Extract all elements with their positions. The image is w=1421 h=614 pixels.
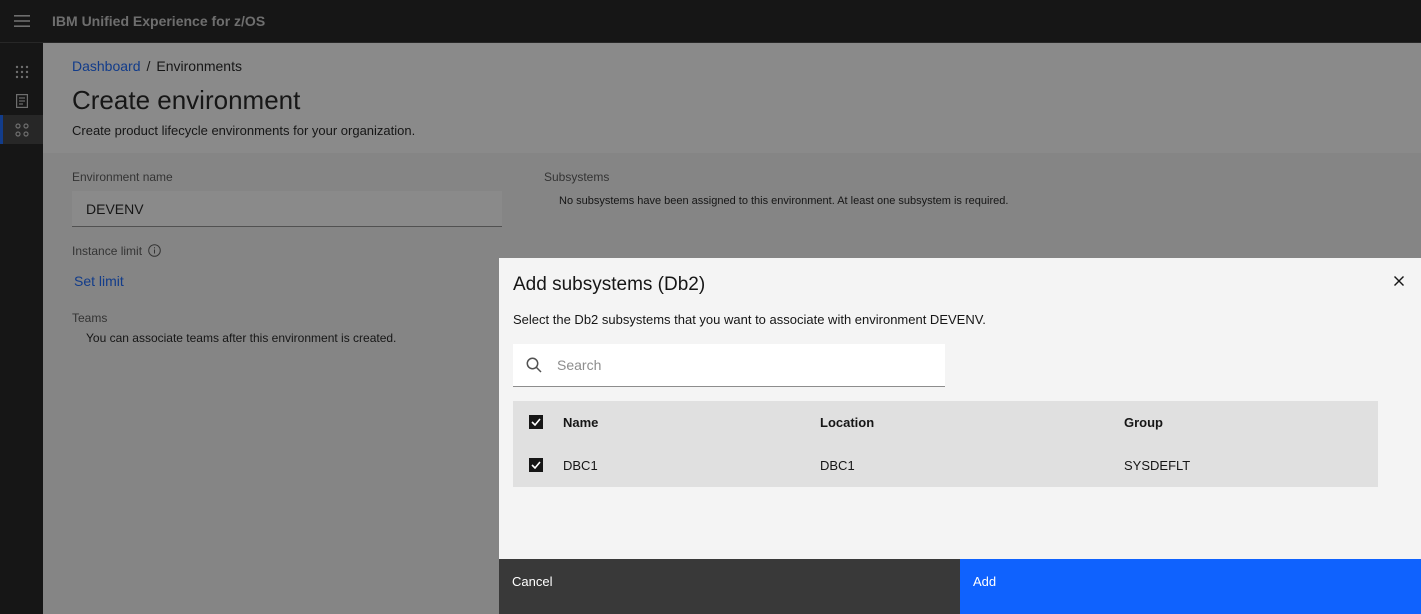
table-row[interactable]: DBC1 DBC1 SYSDEFLT bbox=[513, 444, 1378, 487]
search-icon bbox=[513, 357, 555, 373]
cell-group: SYSDEFLT bbox=[1124, 458, 1191, 473]
modal-footer: Cancel Add bbox=[499, 559, 1421, 614]
table-header-row: Name Location Group bbox=[513, 401, 1378, 444]
modal-title: Add subsystems (Db2) bbox=[513, 274, 706, 295]
column-header-name[interactable]: Name bbox=[563, 401, 598, 444]
close-icon[interactable] bbox=[1389, 271, 1409, 291]
column-header-location[interactable]: Location bbox=[820, 401, 874, 444]
cell-name: DBC1 bbox=[563, 458, 598, 473]
subsystems-table: Name Location Group DBC1 DBC1 SYSDEFLT bbox=[513, 401, 1378, 487]
search-input[interactable] bbox=[555, 356, 935, 374]
row-checkbox[interactable] bbox=[529, 458, 543, 472]
search-box bbox=[513, 344, 945, 387]
modal-description: Select the Db2 subsystems that you want … bbox=[513, 312, 986, 327]
add-subsystems-modal: Add subsystems (Db2) Select the Db2 subs… bbox=[499, 258, 1421, 614]
select-all-checkbox[interactable] bbox=[529, 415, 543, 429]
cancel-button[interactable]: Cancel bbox=[499, 559, 960, 614]
cell-location: DBC1 bbox=[820, 458, 855, 473]
add-button[interactable]: Add bbox=[960, 559, 1421, 614]
column-header-group[interactable]: Group bbox=[1124, 401, 1163, 444]
